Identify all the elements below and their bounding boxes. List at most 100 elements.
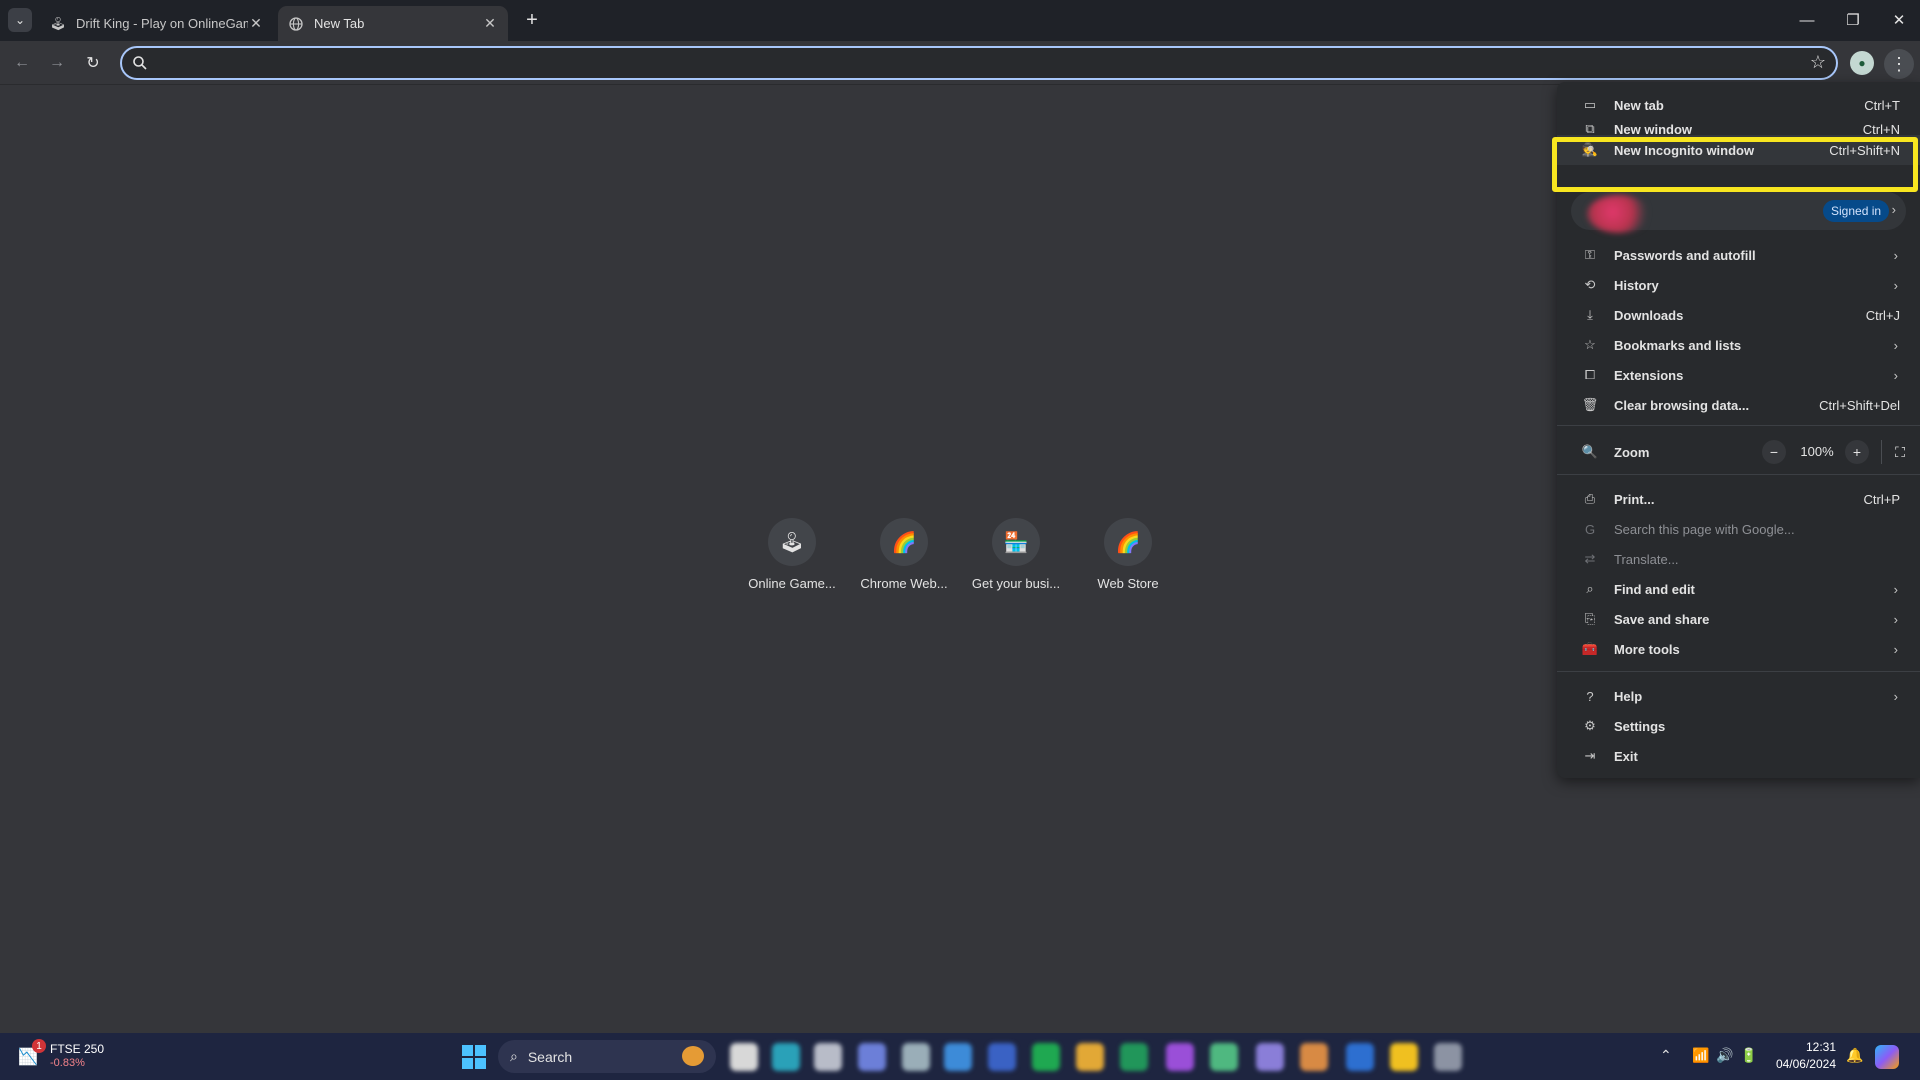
taskbar-app-file-explorer[interactable] <box>730 1043 758 1071</box>
forward-button[interactable]: → <box>45 51 69 75</box>
taskbar-app[interactable] <box>1120 1043 1148 1071</box>
chevron-right-icon: › <box>1893 611 1898 627</box>
back-button[interactable]: ← <box>10 51 34 75</box>
profile-avatar[interactable]: ● <box>1850 51 1874 75</box>
taskbar-app[interactable] <box>988 1043 1016 1071</box>
address-input[interactable] <box>158 52 1758 74</box>
chevron-right-icon: › <box>1893 581 1898 597</box>
shortcut-label: Online Game... <box>748 576 836 591</box>
menu-profile-row[interactable]: Signed in › <box>1571 192 1906 233</box>
find-page-icon: ⌕ <box>1586 581 1594 596</box>
chevron-right-icon: › <box>1893 247 1898 263</box>
clock-time: 12:31 <box>1805 1040 1836 1054</box>
menu-item-label: Downloads <box>1614 307 1684 323</box>
taskbar-app[interactable] <box>1390 1043 1418 1071</box>
taskbar-app[interactable] <box>902 1043 930 1071</box>
menu-item-more-tools[interactable]: 🧰 More tools › <box>1557 634 1920 664</box>
shortcut-label: Get your busi... <box>971 576 1061 591</box>
stock-change: -0.83% <box>50 1057 85 1069</box>
menu-item-label: Zoom <box>1614 444 1650 460</box>
fullscreen-icon: ⛶ <box>1895 443 1905 460</box>
tab-drift-king[interactable]: 🕹 Drift King - Play on OnlineGam ✕ <box>40 6 274 41</box>
menu-item-history[interactable]: ⟲ History › <box>1557 270 1920 300</box>
taskbar-app[interactable] <box>858 1043 886 1071</box>
close-icon[interactable]: ✕ <box>248 15 264 32</box>
taskbar-clock[interactable]: 12:31 04/06/2024 <box>1770 1039 1836 1073</box>
stock-widget[interactable]: 📉 1 FTSE 250 -0.83% <box>18 1039 118 1073</box>
search-icon <box>133 56 147 70</box>
printer-icon: ⎙ <box>1584 491 1596 506</box>
taskbar-app[interactable] <box>772 1043 800 1071</box>
shortcut-label: Web Store <box>1097 576 1159 591</box>
bell-icon[interactable]: 🔔 <box>1846 1047 1863 1064</box>
menu-item-find-edit[interactable]: ⌕ Find and edit › <box>1557 574 1920 604</box>
taskbar-app[interactable] <box>1300 1043 1328 1071</box>
zoom-in-button[interactable]: + <box>1845 440 1869 464</box>
menu-item-print[interactable]: ⎙ Print... Ctrl+P <box>1557 484 1920 514</box>
restore-icon: ❐ <box>1846 12 1860 29</box>
chrome-menu-button[interactable]: ⋮ <box>1884 49 1914 79</box>
avatar-icon: ● <box>1858 56 1866 70</box>
taskbar-app[interactable] <box>1256 1043 1284 1071</box>
restore-button[interactable]: ❐ <box>1838 6 1868 34</box>
bookmark-star-icon[interactable]: ☆ <box>1810 52 1826 73</box>
menu-item-label: New tab <box>1614 97 1664 113</box>
taskbar-app[interactable] <box>944 1043 972 1071</box>
tab-search-button[interactable]: ⌄ <box>8 8 32 32</box>
new-tab-icon: ▭ <box>1583 97 1597 112</box>
menu-item-extensions[interactable]: ⧠ Extensions › <box>1557 360 1920 390</box>
chevron-up-icon[interactable]: ⌃ <box>1660 1047 1672 1064</box>
menu-item-label: More tools <box>1614 641 1680 657</box>
shortcut-tile[interactable]: 🌈 Web Store <box>1072 518 1184 591</box>
menu-item-settings[interactable]: ⚙ Settings <box>1557 711 1920 741</box>
close-icon[interactable]: ✕ <box>482 15 498 32</box>
taskbar-search[interactable]: ⌕ Search <box>498 1040 716 1073</box>
taskbar-app[interactable] <box>1166 1043 1194 1071</box>
menu-item-clear-data[interactable]: 🗑 Clear browsing data... Ctrl+Shift+Del <box>1557 390 1920 420</box>
menu-item-exit[interactable]: ⇥ Exit <box>1557 741 1920 771</box>
chevron-right-icon: › <box>1893 337 1898 353</box>
menu-item-downloads[interactable]: ⤓ Downloads Ctrl+J <box>1557 300 1920 330</box>
zoom-out-button[interactable]: − <box>1762 440 1786 464</box>
minimize-button[interactable]: — <box>1792 6 1822 34</box>
address-bar[interactable]: ☆ <box>120 46 1838 80</box>
globe-icon <box>288 16 304 32</box>
menu-item-save-share[interactable]: ⎘ Save and share › <box>1557 604 1920 634</box>
taskbar-app[interactable] <box>1032 1043 1060 1071</box>
wifi-icon[interactable]: 📶 <box>1692 1047 1709 1064</box>
taskbar-app[interactable] <box>1210 1043 1238 1071</box>
exit-icon: ⇥ <box>1584 748 1596 763</box>
history-icon: ⟲ <box>1584 277 1596 292</box>
volume-icon[interactable]: 🔊 <box>1716 1047 1733 1064</box>
close-window-button[interactable]: ✕ <box>1884 6 1914 34</box>
copilot-icon[interactable] <box>1875 1045 1899 1069</box>
puzzle-icon: ⧠ <box>1584 367 1596 382</box>
fullscreen-button[interactable]: ⛶ <box>1888 440 1912 464</box>
menu-item-passwords[interactable]: ⚿ Passwords and autofill › <box>1557 240 1920 270</box>
minimize-icon: — <box>1799 11 1815 29</box>
taskbar-app[interactable] <box>1076 1043 1104 1071</box>
reload-button[interactable]: ↻ <box>81 51 105 75</box>
shortcut-tile[interactable]: 🕹 Online Game... <box>736 518 848 591</box>
shortcut-tile[interactable]: 🌈 Chrome Web... <box>848 518 960 591</box>
planet-icon <box>682 1046 704 1066</box>
chevron-right-icon: › <box>1893 367 1898 383</box>
menu-divider <box>1557 474 1920 475</box>
taskbar-app[interactable] <box>814 1043 842 1071</box>
taskbar-app[interactable] <box>1346 1043 1374 1071</box>
gear-icon: ⚙ <box>1584 718 1596 733</box>
google-g-icon: G <box>1584 521 1596 537</box>
battery-icon[interactable]: 🔋 <box>1740 1047 1757 1064</box>
shortcut-tile[interactable]: 🏪 Get your busi... <box>960 518 1072 591</box>
taskbar-app[interactable] <box>1434 1043 1462 1071</box>
menu-item-bookmarks[interactable]: ☆ Bookmarks and lists › <box>1557 330 1920 360</box>
menu-item-label: Exit <box>1614 748 1638 764</box>
menu-item-help[interactable]: ? Help › <box>1557 681 1920 711</box>
windows-logo-icon <box>462 1058 473 1069</box>
notification-badge: 1 <box>32 1039 46 1053</box>
menu-shortcut: Ctrl+T <box>1864 97 1900 113</box>
start-button[interactable] <box>462 1045 486 1069</box>
menu-divider <box>1557 671 1920 672</box>
new-tab-button[interactable]: + <box>520 8 544 32</box>
tab-new-tab[interactable]: New Tab ✕ <box>278 6 508 41</box>
